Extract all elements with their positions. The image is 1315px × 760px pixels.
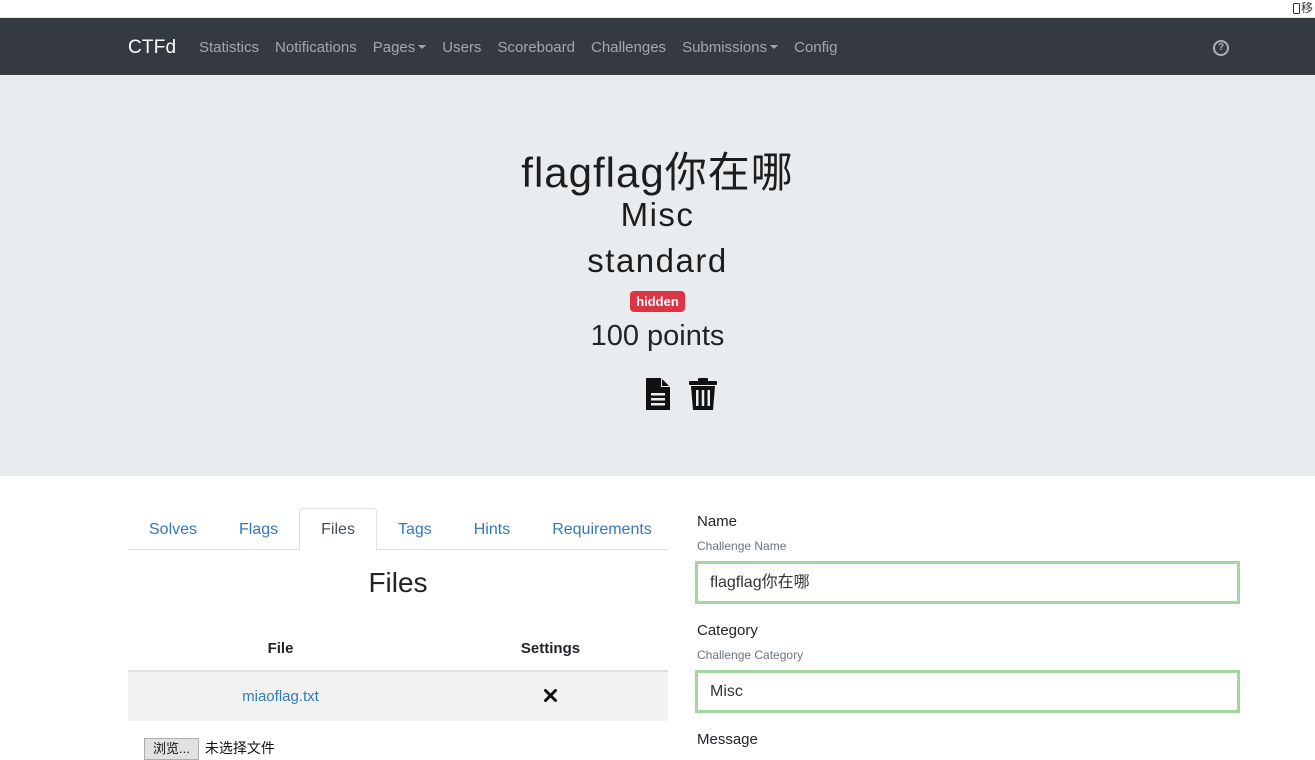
challenge-header: flagflag你在哪 Misc standard hidden 100 poi… <box>0 75 1315 476</box>
mobile-label: 移 <box>1300 1 1313 15</box>
nav-config-label: Config <box>794 39 838 56</box>
name-label: Name <box>697 513 738 530</box>
table-header: File Settings <box>128 628 668 672</box>
tab-files[interactable]: Files <box>299 508 377 551</box>
category-help: Challenge Category <box>697 648 804 662</box>
challenge-type: standard <box>587 242 728 279</box>
browse-button[interactable]: 浏览... <box>144 738 199 760</box>
file-alt-icon[interactable] <box>644 377 672 411</box>
nav-challenges[interactable]: Challenges <box>591 18 666 75</box>
files-table: File Settings miaoflag.txt <box>128 628 668 721</box>
nav-config[interactable]: Config <box>794 18 837 75</box>
files-heading: Files <box>368 567 428 598</box>
mobile-indicator[interactable]: 移 <box>1292 0 1315 16</box>
nav-notifications[interactable]: Notifications <box>275 18 357 75</box>
tab-requirements[interactable]: Requirements <box>531 508 673 550</box>
phone-icon <box>1292 2 1300 14</box>
badge-wrap: hidden <box>0 291 1315 312</box>
challenge-category: Misc <box>620 196 695 233</box>
nav-challenges-label: Challenges <box>591 39 667 56</box>
nav-users-label: Users <box>442 39 482 56</box>
challenge-tabs: Solves Flags Files Tags Hints Requiremen… <box>128 508 668 551</box>
question-circle-icon[interactable]: ? <box>1213 40 1229 56</box>
caret-down-icon <box>770 45 779 49</box>
nav-statistics-label: Statistics <box>199 39 260 56</box>
tab-hints[interactable]: Hints <box>453 508 531 550</box>
challenge-actions <box>644 377 718 411</box>
nav-users[interactable]: Users <box>442 18 481 75</box>
category-label: Category <box>697 622 758 639</box>
category-field[interactable]: Misc <box>695 670 1240 713</box>
nav-submissions-label: Submissions <box>682 39 768 56</box>
brand-link[interactable]: CTFd <box>128 18 176 75</box>
file-link[interactable]: miaoflag.txt <box>128 688 433 705</box>
name-help: Challenge Name <box>697 539 787 553</box>
browser-strip: 移 <box>0 0 1315 18</box>
nav-links: Statistics Notifications Pages Users Sco… <box>199 18 853 75</box>
file-upload-status: 未选择文件 <box>204 740 275 756</box>
tab-tags[interactable]: Tags <box>377 508 453 550</box>
tab-solves[interactable]: Solves <box>128 508 218 550</box>
caret-down-icon <box>418 45 427 49</box>
challenge-title: flagflag你在哪 <box>521 149 794 196</box>
nav-statistics[interactable]: Statistics <box>199 18 259 75</box>
column-header-file: File <box>267 640 294 657</box>
nav-scoreboard-label: Scoreboard <box>497 39 575 56</box>
nav-submissions-dropdown[interactable]: Submissions <box>682 18 779 75</box>
message-label: Message <box>697 731 758 748</box>
trash-icon[interactable] <box>688 377 718 411</box>
file-upload: 浏览... 未选择文件 <box>144 738 275 760</box>
navbar: CTFd Statistics Notifications Pages User… <box>0 18 1315 75</box>
status-badge: hidden <box>630 291 685 312</box>
tab-flags[interactable]: Flags <box>218 508 299 550</box>
nav-notifications-label: Notifications <box>275 39 357 56</box>
column-header-settings: Settings <box>520 640 581 657</box>
name-field[interactable]: flagflag你在哪 <box>695 561 1240 604</box>
table-row: miaoflag.txt <box>128 672 668 721</box>
challenge-points: 100 points <box>590 320 725 352</box>
nav-pages-dropdown[interactable]: Pages <box>373 18 427 75</box>
nav-pages-label: Pages <box>372 39 416 56</box>
times-icon[interactable] <box>544 689 557 702</box>
nav-scoreboard[interactable]: Scoreboard <box>497 18 575 75</box>
